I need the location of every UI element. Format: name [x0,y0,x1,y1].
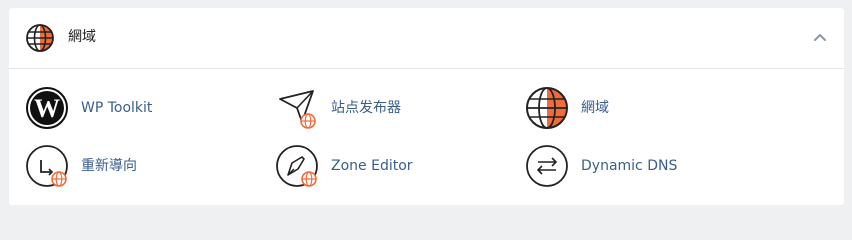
section-header[interactable]: 網域 [9,8,844,69]
wordpress-icon: W [26,87,68,129]
site-publisher-link[interactable]: 站点发布器 [275,86,505,130]
dynamic-dns-link[interactable]: Dynamic DNS [525,144,755,188]
redirect-icon [26,145,68,187]
globe-icon [26,24,54,52]
wp-toolkit-link[interactable]: W WP Toolkit [25,86,255,130]
item-label: Dynamic DNS [581,158,678,174]
redirects-link[interactable]: 重新導向 [25,144,255,188]
domains-panel: 網域 W WP Toolkit 站点发布器 網域 重新導向 Zone Edito… [9,8,844,205]
item-label: Zone Editor [331,158,413,174]
item-label: 站点发布器 [331,100,401,116]
svg-text:W: W [34,94,60,123]
section-title: 網域 [68,29,96,45]
site-publisher-icon [279,90,316,129]
item-label: 重新導向 [81,158,137,174]
item-label: 網域 [581,100,609,116]
dynamic-dns-icon [526,145,568,187]
domains-link[interactable]: 網域 [525,86,755,130]
chevron-up-icon[interactable] [812,30,828,46]
zone-editor-icon [276,145,318,187]
item-label: WP Toolkit [81,100,153,116]
zone-editor-link[interactable]: Zone Editor [275,144,505,188]
globe-icon [526,87,568,129]
